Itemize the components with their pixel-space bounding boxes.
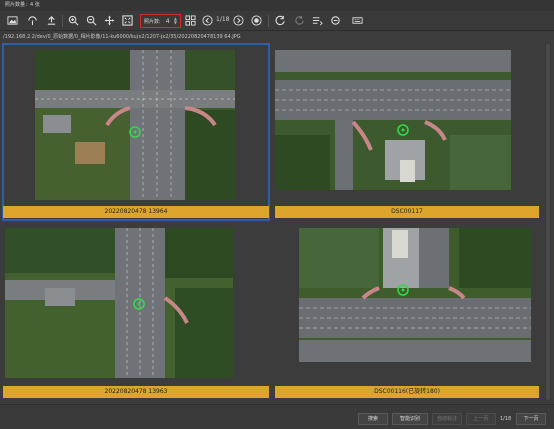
footer-page-indicator: 1/18 bbox=[500, 416, 512, 422]
image-caption: DSC00117 bbox=[275, 206, 539, 218]
image-caption: DSC00116(已旋转180) bbox=[275, 386, 539, 398]
photo-count-label: 照片数: bbox=[144, 18, 161, 25]
vertical-scrollbar[interactable] bbox=[545, 44, 551, 400]
list-settings-icon[interactable] bbox=[311, 14, 324, 27]
toolbar-divider bbox=[62, 15, 63, 27]
next-page-button[interactable]: 下一页 bbox=[516, 413, 546, 425]
image-grid: 20220820478 13964 DSC00117 20220820478 1… bbox=[2, 43, 542, 400]
next-page-icon[interactable] bbox=[232, 14, 245, 27]
aerial-photo[interactable] bbox=[275, 50, 511, 190]
image-cell[interactable]: DSC00116(已旋转180) bbox=[273, 222, 541, 400]
image-cell[interactable]: DSC00117 bbox=[273, 44, 541, 220]
page-indicator: 1/18 bbox=[216, 16, 230, 23]
zoom-out-icon[interactable] bbox=[85, 14, 98, 27]
search-button[interactable]: 搜索 bbox=[358, 413, 388, 425]
refresh-icon[interactable] bbox=[293, 14, 306, 27]
aerial-photo[interactable] bbox=[299, 228, 531, 362]
photo-count-stepper[interactable]: 照片数: 4 ▲ ▼ bbox=[140, 14, 181, 28]
image-cell[interactable]: 20220820478 13964 bbox=[2, 43, 270, 221]
footer-bar: 搜索 智能识别 自动标注 上一页 1/18 下一页 bbox=[0, 404, 554, 429]
image-caption: 20220820478 13964 bbox=[3, 206, 269, 218]
move-icon[interactable] bbox=[103, 14, 116, 27]
auto-annotate-button[interactable]: 自动标注 bbox=[432, 413, 462, 425]
smart-recognition-button[interactable]: 智能识别 bbox=[392, 413, 428, 425]
aerial-photo[interactable] bbox=[5, 228, 233, 378]
previous-page-icon[interactable] bbox=[201, 14, 214, 27]
image-caption: 20220820478 13963 bbox=[3, 386, 269, 398]
fit-screen-icon[interactable] bbox=[121, 14, 134, 27]
export-icon[interactable] bbox=[45, 14, 58, 27]
window-title: 照片数量：4 张 bbox=[0, 0, 554, 11]
toolbar: 照片数: 4 ▲ ▼ 1/18 bbox=[0, 11, 554, 31]
keyboard-icon[interactable] bbox=[351, 14, 364, 27]
grid-view-icon[interactable] bbox=[184, 14, 197, 27]
antenna-icon[interactable] bbox=[26, 14, 39, 27]
photo-count-value[interactable]: 4 bbox=[166, 18, 170, 25]
file-path: /192.168.2.2/dev/0_原始数据/0_相片影像/11-ku6000… bbox=[0, 32, 554, 43]
rotate-icon[interactable] bbox=[274, 14, 287, 27]
scrollbar-thumb[interactable] bbox=[546, 44, 550, 400]
zoom-in-icon[interactable] bbox=[67, 14, 80, 27]
image-cell[interactable]: 20220820478 13963 bbox=[3, 222, 269, 400]
spin-arrows-icon[interactable]: ▲ ▼ bbox=[174, 17, 177, 25]
record-icon[interactable] bbox=[250, 14, 263, 27]
aerial-photo[interactable] bbox=[35, 50, 235, 200]
sync-icon[interactable] bbox=[329, 14, 342, 27]
toolbar-divider bbox=[268, 15, 269, 27]
previous-page-button[interactable]: 上一页 bbox=[466, 413, 496, 425]
image-icon[interactable] bbox=[6, 14, 19, 27]
